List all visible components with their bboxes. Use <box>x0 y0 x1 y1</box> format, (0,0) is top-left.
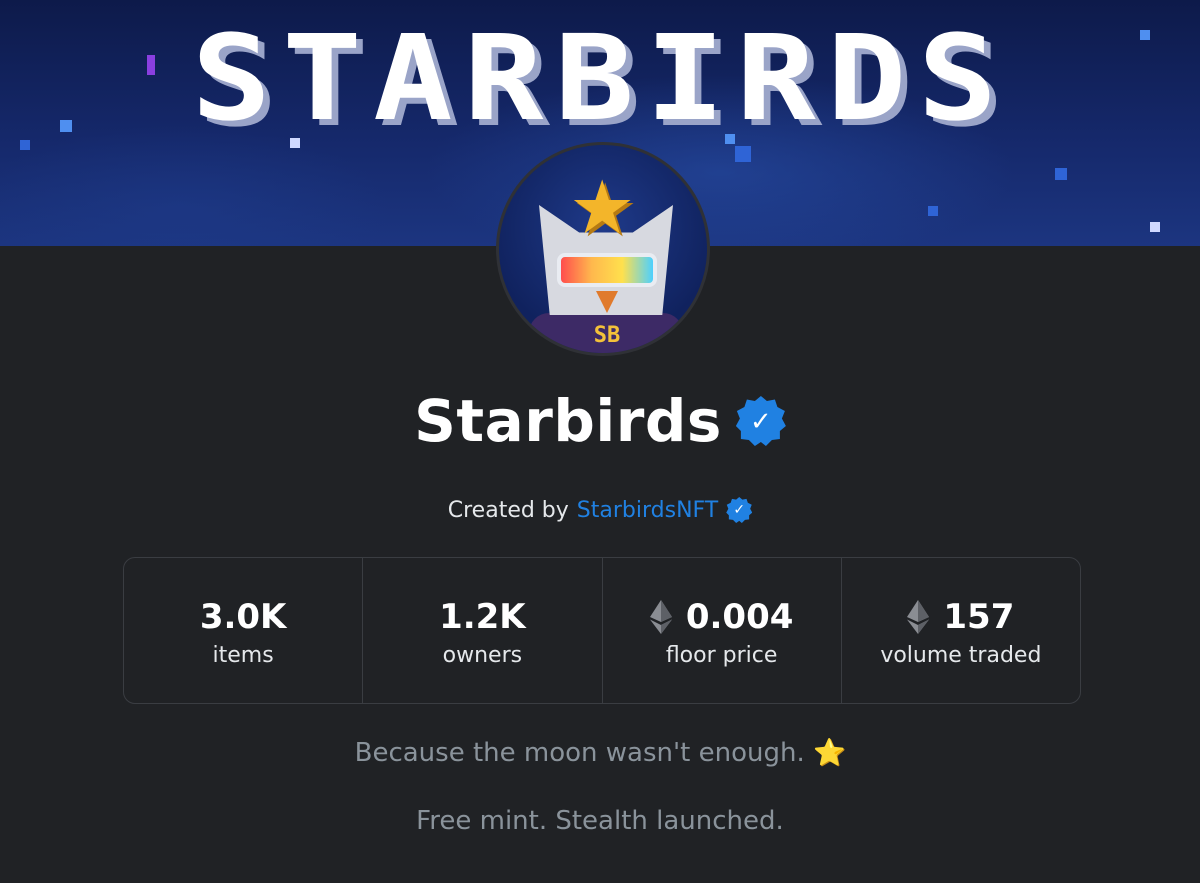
creator-verified-icon: ✓ <box>726 497 753 523</box>
creator-prefix: Created by <box>447 497 569 523</box>
stat-value-row: 0.004 <box>649 593 794 641</box>
description-text: Because the moon wasn't enough. <box>354 738 805 768</box>
banner-pixel <box>1055 168 1067 180</box>
collection-title-row: Starbirds ✓ <box>0 385 1200 457</box>
description-line-1: Because the moon wasn't enough. ⭐ <box>0 738 1200 768</box>
star-emoji-icon: ⭐ <box>813 738 846 768</box>
stat-label: owners <box>442 643 523 668</box>
verified-badge-icon: ✓ <box>735 396 786 446</box>
banner-pixel <box>928 206 938 216</box>
owl-goggles <box>557 253 657 287</box>
banner-pixel <box>1150 222 1160 232</box>
collection-page: STARBIRDS ★ SB Starbirds ✓ Created by St… <box>0 0 1200 883</box>
stat-value-row: 157 <box>907 593 1014 641</box>
stat-volume-traded[interactable]: 157 volume traded <box>842 558 1080 703</box>
stat-value: 157 <box>943 597 1015 637</box>
collection-stats: 3.0K items 1.2K owners 0.004 floor price <box>123 557 1081 704</box>
banner-pixel <box>1140 30 1150 40</box>
stat-value: 3.0K <box>199 597 287 637</box>
creator-row: Created by StarbirdsNFT ✓ <box>0 492 1200 528</box>
banner-pixel <box>60 120 72 132</box>
collection-avatar[interactable]: ★ SB <box>496 142 710 356</box>
avatar-badge-text: SB <box>593 323 621 348</box>
stat-items[interactable]: 3.0K items <box>124 558 364 703</box>
stat-label: volume traded <box>880 643 1042 668</box>
creator-link[interactable]: StarbirdsNFT <box>577 498 718 523</box>
stat-floor-price[interactable]: 0.004 floor price <box>603 558 842 703</box>
banner-pixel <box>735 146 751 162</box>
stat-value-row: 3.0K <box>200 593 287 641</box>
description-line-2: Free mint. Stealth launched. <box>416 806 784 836</box>
stat-label: floor price <box>665 643 778 668</box>
stat-value: 1.2K <box>439 597 526 637</box>
banner-logo-text: STARBIRDS <box>191 9 1009 147</box>
collection-name: Starbirds <box>414 387 722 455</box>
eth-icon <box>649 600 672 634</box>
star-icon: ★ <box>569 166 636 249</box>
stat-owners[interactable]: 1.2K owners <box>363 558 603 703</box>
banner-pixel <box>20 140 30 150</box>
eth-icon <box>907 600 930 634</box>
stat-value-row: 1.2K <box>439 593 526 641</box>
stat-label: items <box>212 643 274 668</box>
stat-value: 0.004 <box>685 597 794 637</box>
